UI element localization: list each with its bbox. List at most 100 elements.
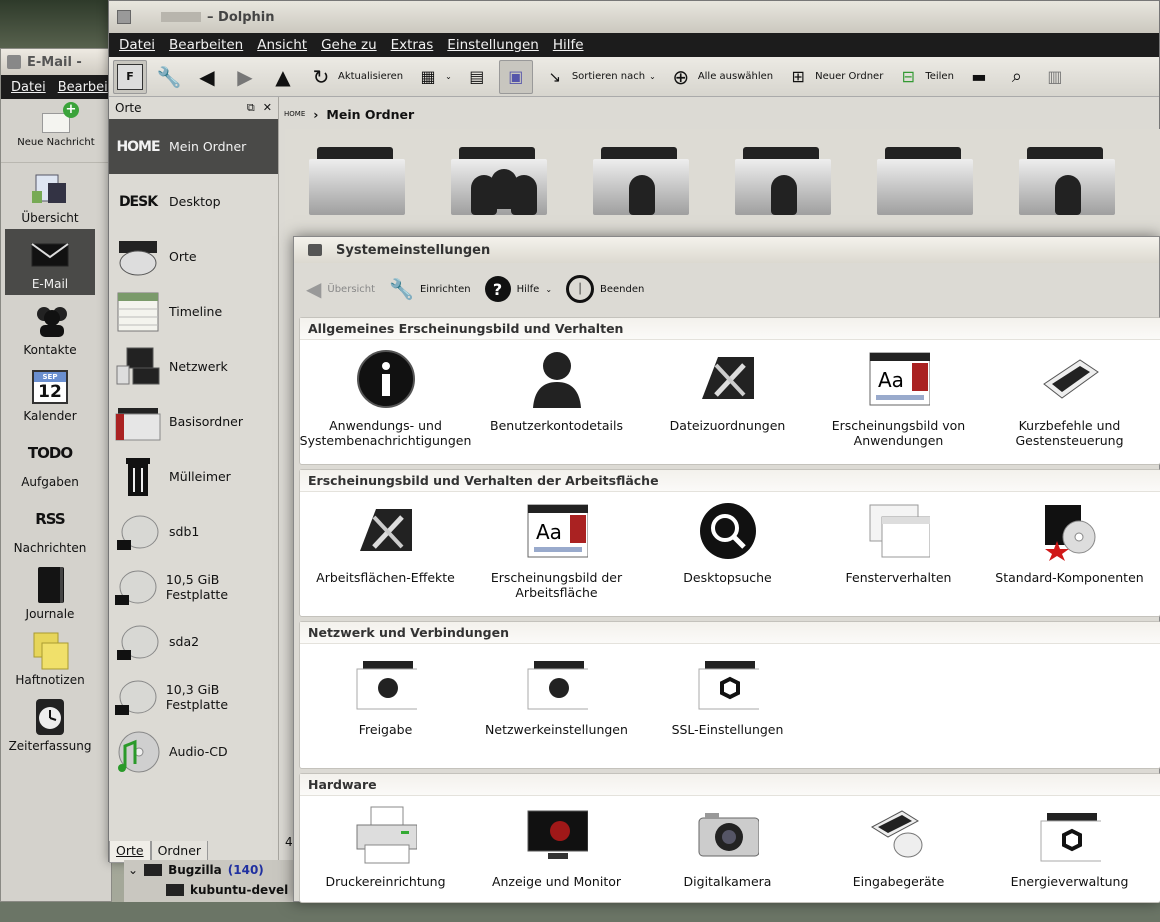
folder-item[interactable] — [569, 129, 711, 229]
up-button[interactable]: ▲ — [267, 60, 299, 94]
search-button[interactable]: ⌕ — [1001, 60, 1033, 94]
configure-button[interactable]: 🔧 Einrichten — [389, 277, 470, 301]
menu-extras[interactable]: Extras — [391, 37, 434, 53]
place-sda2[interactable]: sda2 — [109, 614, 278, 669]
component-rss[interactable]: RSS Nachrichten — [5, 493, 95, 559]
component-overview[interactable]: Übersicht — [5, 163, 95, 229]
menu-ansicht[interactable]: Ansicht — [257, 37, 307, 53]
select-all-button[interactable]: ⊕ Alle auswählen — [665, 60, 776, 94]
menu-bearbeiten[interactable]: Bearbei — [58, 80, 108, 95]
place-trash[interactable]: Mülleimer — [109, 449, 278, 504]
module-display[interactable]: Anzeige und Monitor — [471, 796, 642, 922]
place-desktop[interactable]: DESK Desktop — [109, 174, 278, 229]
quit-button[interactable]: │ Beenden — [566, 275, 644, 303]
component-journal[interactable]: Journale — [5, 559, 95, 625]
more-button[interactable]: ▥ — [1039, 60, 1071, 94]
power-icon: │ — [566, 275, 595, 303]
module-workspace-appearance[interactable]: Aa Erscheinungsbild der Arbeitsfläche — [471, 492, 642, 618]
overview-icon — [30, 171, 70, 207]
details-view-button[interactable]: ▤ — [461, 60, 493, 94]
folder-item[interactable] — [853, 129, 995, 229]
place-drive-105[interactable]: 10,5 GiB Festplatte — [109, 559, 278, 614]
menu-datei[interactable]: Datei — [119, 37, 155, 53]
close-icon[interactable]: ✕ — [263, 101, 272, 115]
place-root[interactable]: Basisordner — [109, 394, 278, 449]
component-timetracker[interactable]: Zeiterfassung — [5, 691, 95, 757]
module-printer[interactable]: Druckereinrichtung — [300, 796, 471, 922]
systemsettings-titlebar[interactable]: Systemeinstellungen — [294, 237, 1159, 263]
terminal-button[interactable]: ▬ — [963, 60, 995, 94]
module-camera[interactable]: Digitalkamera — [642, 796, 813, 922]
help-button[interactable]: ? Hilfe ⌄ — [484, 276, 553, 302]
breadcrumb-home[interactable]: HOME — [284, 110, 305, 118]
module-desktop-search[interactable]: Desktopsuche — [642, 492, 813, 618]
place-label: Orte — [169, 249, 197, 264]
back-button[interactable]: ◀ — [191, 60, 223, 94]
breadcrumb-separator-icon: › — [313, 106, 319, 122]
menu-gehe-zu[interactable]: Gehe zu — [321, 37, 377, 53]
module-network-settings[interactable]: Netzwerkeinstellungen — [471, 644, 642, 770]
module-window-behavior[interactable]: Fensterverhalten — [813, 492, 984, 618]
tree-item-kubuntu[interactable]: kubuntu-devel ( — [124, 880, 304, 900]
module-shortcuts[interactable]: Kurzbefehle und Gestensteuerung — [984, 340, 1155, 466]
folder-item[interactable] — [427, 129, 569, 229]
module-input-devices[interactable]: Eingabegeräte — [813, 796, 984, 922]
menu-bearbeiten[interactable]: Bearbeiten — [169, 37, 243, 53]
place-home[interactable]: HOME Mein Ordner — [109, 119, 278, 174]
component-notes[interactable]: Haftnotizen — [5, 625, 95, 691]
module-sharing[interactable]: Freigabe — [300, 644, 471, 770]
refresh-button[interactable]: ↻ Aktualisieren — [305, 60, 406, 94]
sort-button[interactable]: ↘ Sortieren nach ⌄ — [539, 60, 659, 94]
preview-button[interactable]: ▣ — [498, 59, 533, 94]
module-notifications[interactable]: Anwendungs- und Systembenachrichtigungen — [300, 340, 471, 466]
new-folder-button[interactable]: ⊞ Neuer Ordner — [782, 60, 886, 94]
help-icon: ? — [484, 276, 511, 302]
folder-item[interactable] — [995, 129, 1137, 229]
menu-einstellungen[interactable]: Einstellungen — [447, 37, 539, 53]
breadcrumb-current[interactable]: Mein Ordner — [326, 107, 414, 122]
component-contacts[interactable]: Kontakte — [5, 295, 95, 361]
expand-icon[interactable]: ⌄ — [128, 863, 138, 877]
tools-icon — [697, 348, 759, 410]
window-menu-icon[interactable] — [308, 244, 322, 256]
module-user-account[interactable]: Benutzerkontodetails — [471, 340, 642, 466]
icons-view-button[interactable]: ▦ ⌄ — [412, 60, 455, 94]
menu-hilfe[interactable]: Hilfe — [553, 37, 584, 53]
place-label: sda2 — [169, 634, 200, 649]
module-file-associations[interactable]: Dateizuordnungen — [642, 340, 813, 466]
split-button[interactable]: ⊟ Teilen — [892, 60, 957, 94]
dolphin-titlebar[interactable]: – Dolphin — [109, 1, 1159, 33]
overview-button[interactable]: ◀ Übersicht — [306, 277, 375, 301]
module-default-components[interactable]: Standard-Komponenten — [984, 492, 1155, 618]
unread-count: (140) — [227, 863, 264, 877]
module-power[interactable]: Energieverwaltung — [984, 796, 1155, 922]
module-ssl-settings[interactable]: SSL-Einstellungen — [642, 644, 813, 770]
menu-datei[interactable]: Datei — [11, 80, 46, 95]
place-orte[interactable]: Orte — [109, 229, 278, 284]
chevron-down-icon: ⌄ — [545, 284, 553, 294]
module-app-appearance[interactable]: Aa Erscheinungsbild von Anwendungen — [813, 340, 984, 466]
systemsettings-window: Systemeinstellungen ◀ Übersicht 🔧 Einricht… — [293, 236, 1160, 903]
place-network[interactable]: Netzwerk — [109, 339, 278, 394]
new-message-button[interactable]: Neue Nachricht — [1, 99, 111, 163]
folder-item[interactable] — [711, 129, 853, 229]
module-desktop-effects[interactable]: Arbeitsflächen-Effekte — [300, 492, 471, 618]
component-todo[interactable]: TODO Aufgaben — [5, 427, 95, 493]
float-icon[interactable]: ⧉ — [247, 101, 255, 115]
place-audio-cd[interactable]: Audio-CD — [109, 724, 278, 779]
folder-item[interactable] — [285, 129, 427, 229]
drive-icon — [113, 676, 160, 718]
refresh-label: Aktualisieren — [338, 71, 404, 82]
component-email[interactable]: E-Mail — [5, 229, 95, 295]
file-button[interactable]: F — [113, 59, 147, 94]
window-menu-icon[interactable] — [117, 10, 131, 24]
tree-item-bugzilla[interactable]: ⌄ Bugzilla (140) — [124, 860, 304, 880]
place-timeline[interactable]: Timeline — [109, 284, 278, 339]
forward-button[interactable]: ▶ — [229, 60, 261, 94]
component-calendar[interactable]: SEP 12 Kalender — [5, 361, 95, 427]
email-titlebar[interactable]: E-Mail - — [1, 49, 111, 75]
place-sdb1[interactable]: sdb1 — [109, 504, 278, 559]
place-drive-103[interactable]: 10,3 GiB Festplatte — [109, 669, 278, 724]
configure-button[interactable]: 🔧 — [153, 60, 185, 94]
window-menu-icon[interactable] — [7, 55, 21, 69]
